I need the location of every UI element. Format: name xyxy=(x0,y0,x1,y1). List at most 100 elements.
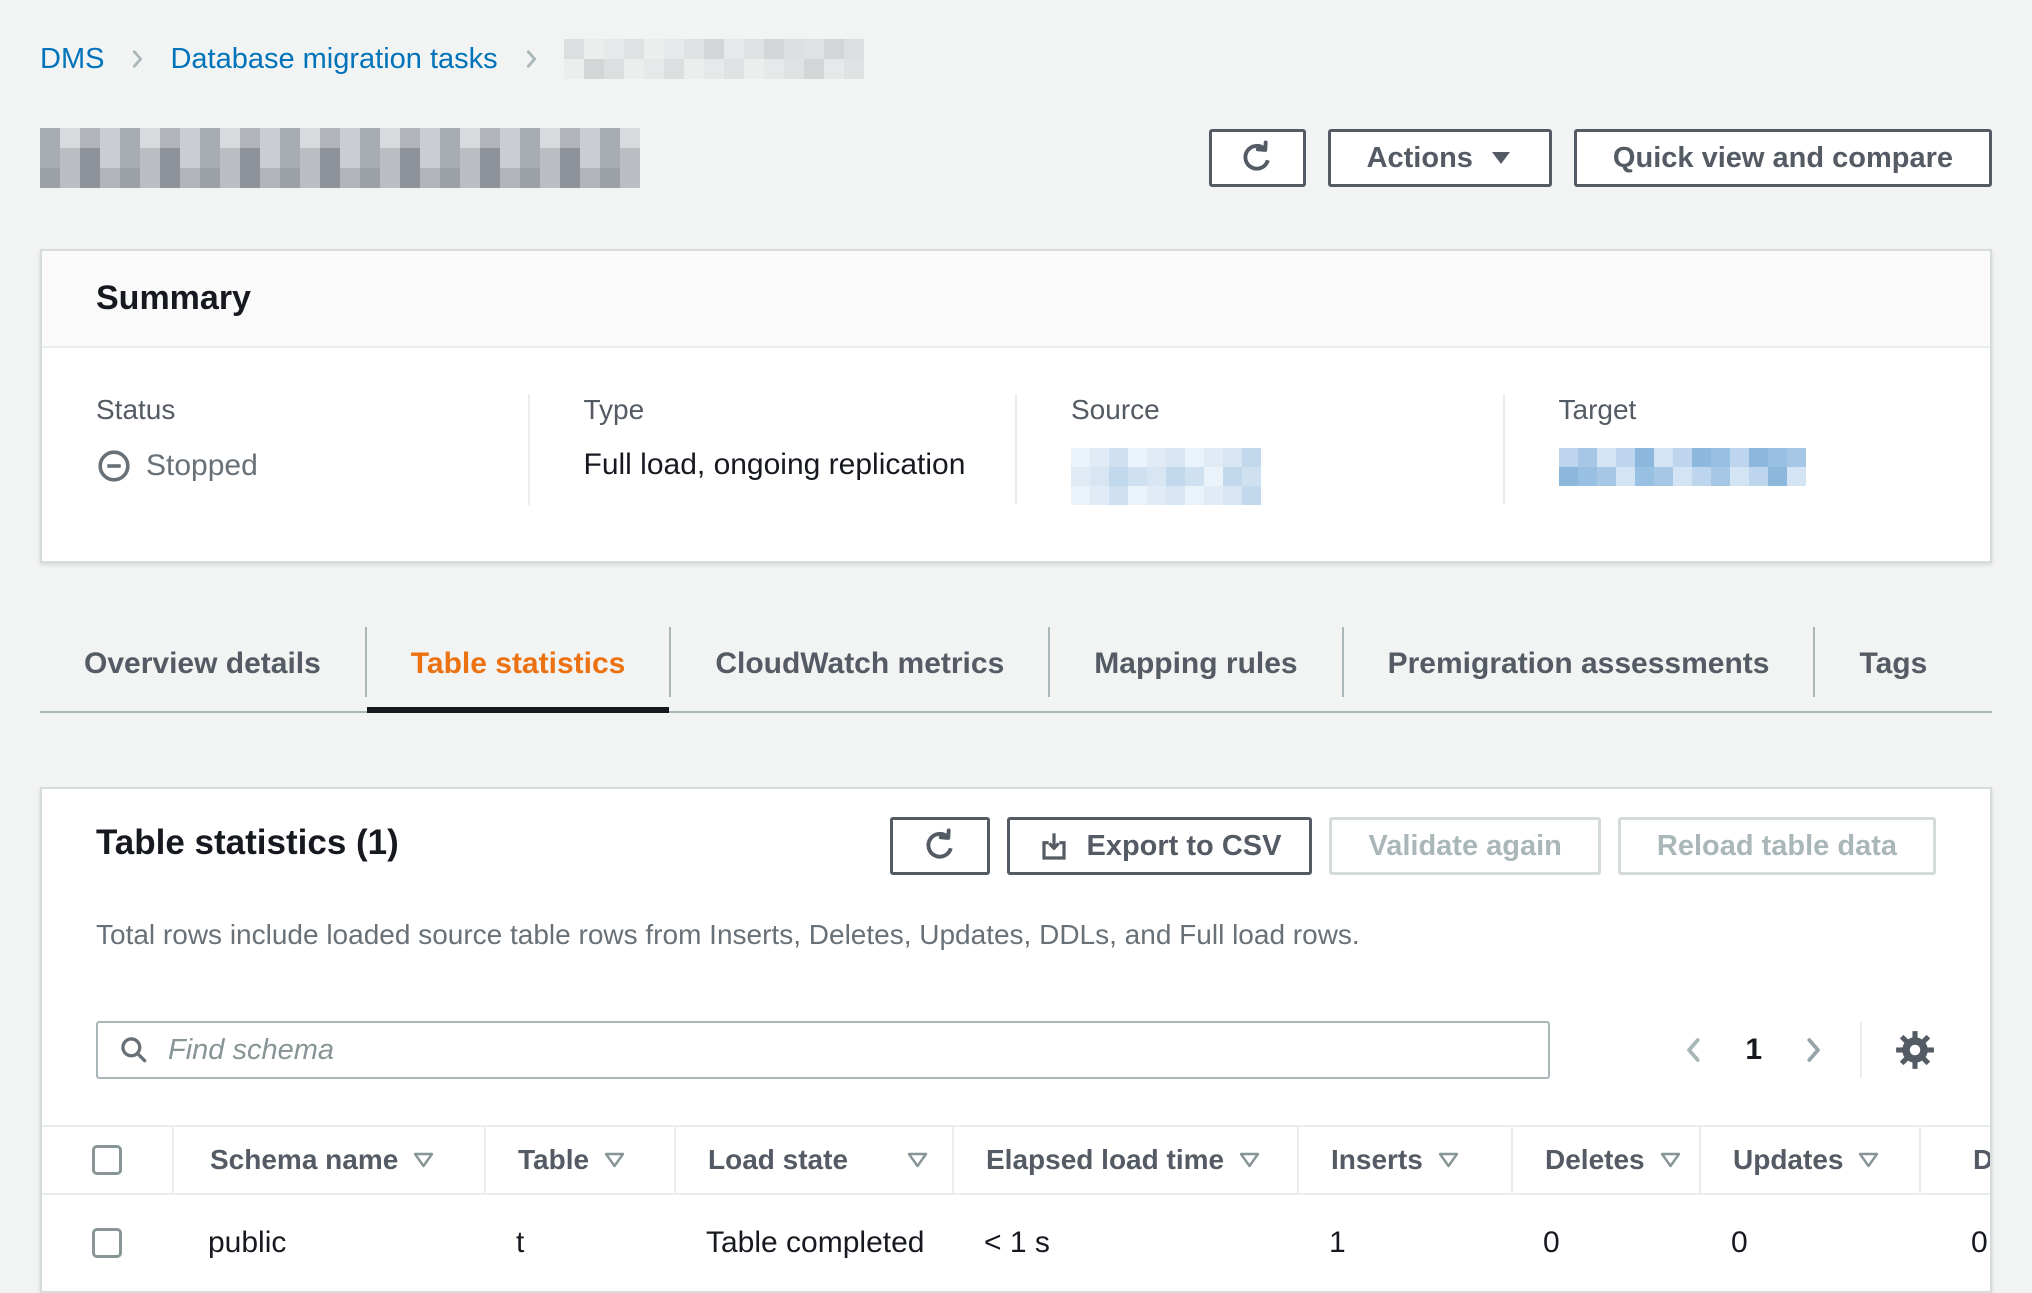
validate-again-button[interactable]: Validate again xyxy=(1329,817,1600,875)
target-label: Target xyxy=(1559,394,1991,426)
export-to-csv-label: Export to CSV xyxy=(1086,830,1281,863)
column-header-schema-name[interactable]: Schema name xyxy=(172,1127,484,1193)
refresh-button[interactable] xyxy=(1209,129,1306,187)
refresh-icon xyxy=(1239,140,1275,176)
breadcrumb: DMS Database migration tasks xyxy=(40,38,1992,80)
table-statistics-panel: Table statistics (1) xyxy=(40,787,1992,1293)
cell-inserts: 1 xyxy=(1297,1195,1511,1291)
page-number[interactable]: 1 xyxy=(1741,1033,1766,1067)
dms-task-page: DMS Database migration tasks Actions xyxy=(0,0,2032,1293)
sort-icon xyxy=(1437,1152,1460,1168)
cell-ddls: 0 xyxy=(1919,1195,1992,1291)
breadcrumb-link-dms[interactable]: DMS xyxy=(40,43,104,76)
quick-view-label: Quick view and compare xyxy=(1613,142,1953,175)
summary-target: Target xyxy=(1503,394,1991,505)
cell-table: t xyxy=(484,1195,674,1291)
type-label: Type xyxy=(584,394,1016,426)
tab-table-statistics[interactable]: Table statistics xyxy=(367,621,670,711)
row-checkbox[interactable] xyxy=(92,1228,122,1258)
tab-mapping-rules[interactable]: Mapping rules xyxy=(1050,621,1341,711)
column-label: Inserts xyxy=(1331,1144,1423,1176)
tab-premigration-assessments[interactable]: Premigration assessments xyxy=(1344,621,1814,711)
schema-search xyxy=(96,1021,1550,1079)
sort-icon xyxy=(1857,1152,1880,1168)
column-header-elapsed-load-time[interactable]: Elapsed load time xyxy=(952,1127,1297,1193)
summary-title: Summary xyxy=(96,279,1936,318)
cell-updates: 0 xyxy=(1699,1195,1919,1291)
gear-icon xyxy=(1894,1029,1936,1071)
column-header-load-state[interactable]: Load state xyxy=(674,1127,952,1193)
source-value-redacted-link[interactable] xyxy=(1071,448,1503,505)
table-statistics-actions: Export to CSV Validate again Reload tabl… xyxy=(890,817,1936,875)
previous-page-button[interactable] xyxy=(1679,1035,1709,1065)
refresh-icon xyxy=(922,828,958,864)
table-preferences-button[interactable] xyxy=(1894,1029,1936,1071)
target-value-redacted-link[interactable] xyxy=(1559,448,1991,486)
task-detail-tabs: Overview details Table statistics CloudW… xyxy=(40,621,1992,713)
status-label: Status xyxy=(96,394,528,426)
table-statistics-header: Table statistics (1) xyxy=(42,789,1990,875)
column-header-ddls[interactable]: DDLs xyxy=(1919,1127,1992,1193)
summary-status: Status Stopped xyxy=(42,394,528,505)
summary-panel: Summary Status Stopped Type Full load, o… xyxy=(40,249,1992,563)
table-refresh-button[interactable] xyxy=(890,817,990,875)
table-row: public t Table completed < 1 s 1 0 0 0 xyxy=(42,1195,1990,1291)
page-toolbar: Actions Quick view and compare xyxy=(1209,129,1992,187)
column-header-inserts[interactable]: Inserts xyxy=(1297,1127,1511,1193)
page-header: Actions Quick view and compare xyxy=(40,128,1992,188)
reload-table-data-label: Reload table data xyxy=(1657,830,1897,863)
column-header-deletes[interactable]: Deletes xyxy=(1511,1127,1699,1193)
tab-tags[interactable]: Tags xyxy=(1815,621,1971,711)
cell-load-state: Table completed xyxy=(674,1195,952,1291)
pagination: 1 xyxy=(1679,1022,1936,1078)
next-page-button[interactable] xyxy=(1798,1035,1828,1065)
column-header-updates[interactable]: Updates xyxy=(1699,1127,1919,1193)
pagination-divider xyxy=(1860,1022,1862,1078)
cell-deletes: 0 xyxy=(1511,1195,1699,1291)
breadcrumb-current-redacted xyxy=(564,39,864,79)
download-icon xyxy=(1038,830,1070,862)
summary-body: Status Stopped Type Full load, ongoing r… xyxy=(42,348,1990,561)
column-label: Deletes xyxy=(1545,1144,1645,1176)
column-label: Elapsed load time xyxy=(986,1144,1224,1176)
tab-cloudwatch-metrics[interactable]: CloudWatch metrics xyxy=(671,621,1048,711)
quick-view-compare-button[interactable]: Quick view and compare xyxy=(1574,129,1992,187)
type-value: Full load, ongoing replication xyxy=(584,448,1016,482)
sort-icon xyxy=(1238,1152,1261,1168)
sort-icon xyxy=(906,1152,929,1168)
summary-source: Source xyxy=(1015,394,1503,505)
column-header-table[interactable]: Table xyxy=(484,1127,674,1193)
column-label: Load state xyxy=(708,1144,848,1176)
column-label: Table xyxy=(518,1144,589,1176)
cell-elapsed-load-time: < 1 s xyxy=(952,1195,1297,1291)
source-label: Source xyxy=(1071,394,1503,426)
tab-overview-details[interactable]: Overview details xyxy=(40,621,365,711)
summary-header: Summary xyxy=(42,251,1990,348)
select-all-checkbox[interactable] xyxy=(92,1145,122,1175)
reload-table-data-button[interactable]: Reload table data xyxy=(1618,817,1936,875)
breadcrumb-link-tasks[interactable]: Database migration tasks xyxy=(170,43,497,76)
caret-down-icon xyxy=(1489,149,1513,167)
actions-button-label: Actions xyxy=(1367,142,1473,175)
page-title-redacted xyxy=(40,128,640,188)
sort-icon xyxy=(1659,1152,1682,1168)
column-label: Schema name xyxy=(210,1144,398,1176)
status-text: Stopped xyxy=(146,449,258,483)
sort-icon xyxy=(603,1152,626,1168)
actions-button[interactable]: Actions xyxy=(1328,129,1552,187)
sort-icon xyxy=(412,1152,435,1168)
cell-schema-name: public xyxy=(172,1195,484,1291)
select-all-cell xyxy=(42,1127,172,1193)
table-statistics-title: Table statistics (1) xyxy=(96,823,399,863)
column-label: DDLs xyxy=(1973,1144,1992,1176)
column-label: Updates xyxy=(1733,1144,1843,1176)
export-to-csv-button[interactable]: Export to CSV xyxy=(1007,817,1312,875)
summary-type: Type Full load, ongoing replication xyxy=(528,394,1016,505)
stopped-status-icon xyxy=(96,448,132,484)
chevron-right-icon xyxy=(126,48,148,70)
status-value: Stopped xyxy=(96,448,528,484)
table-statistics-description: Total rows include loaded source table r… xyxy=(42,903,1990,951)
search-input[interactable] xyxy=(166,1033,1528,1068)
validate-again-label: Validate again xyxy=(1368,830,1561,863)
search-icon xyxy=(118,1034,150,1066)
